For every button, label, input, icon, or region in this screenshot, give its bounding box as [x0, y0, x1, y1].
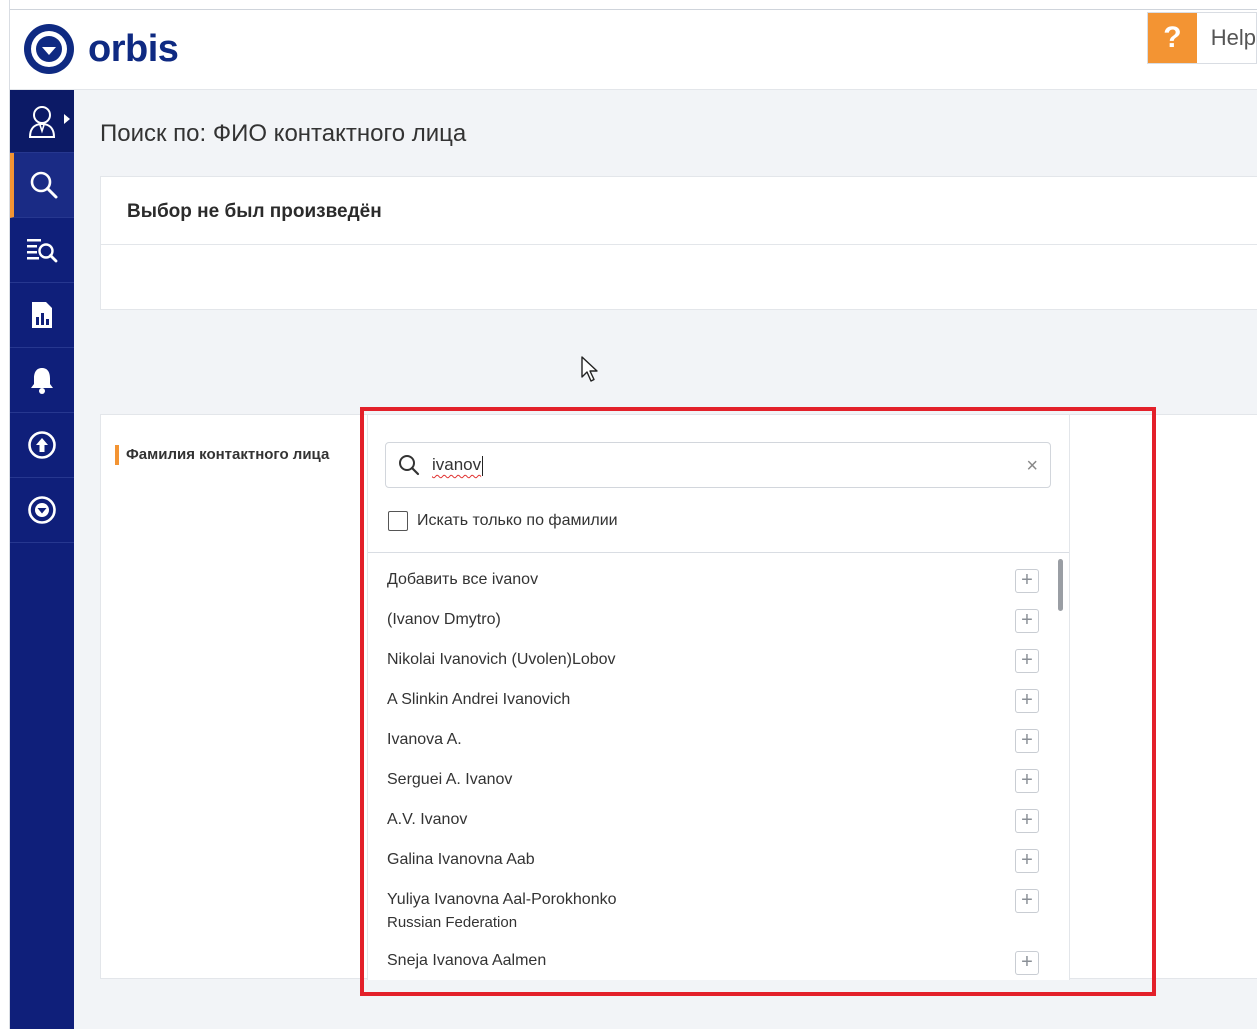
list-item[interactable]: Ivanova A. + [368, 727, 1052, 767]
close-icon[interactable]: × [1026, 455, 1038, 478]
list-item-name: A.V. Ivanov [387, 811, 468, 828]
expand-caret-icon [64, 114, 70, 124]
orbis-logo-icon [24, 24, 74, 74]
list-item-country: Russian Federation [387, 914, 518, 931]
logo-text: orbis [88, 27, 179, 70]
sidebar-item-user[interactable] [10, 90, 74, 153]
question-icon: ? [1148, 13, 1197, 63]
list-item-name: Sneja Ivanova Aalmen [387, 952, 547, 969]
window-top-edge [0, 0, 1257, 10]
add-icon[interactable]: + [1015, 769, 1039, 793]
add-icon[interactable]: + [1015, 689, 1039, 713]
search-icon [30, 171, 58, 199]
sidebar-item-upload[interactable] [10, 413, 74, 478]
field-label: Фамилия контактного лица [115, 445, 329, 465]
list-item[interactable]: Galina Ivanovna Aab + [368, 847, 1052, 887]
selection-empty-text: Выбор не был произведён [127, 201, 382, 222]
selection-panel: Выбор не был произведён [100, 176, 1257, 310]
sidebar-item-search[interactable] [10, 153, 74, 218]
surname-only-checkbox[interactable] [388, 511, 408, 531]
text-caret [482, 455, 484, 476]
page-title: Поиск по: ФИО контактного лица [100, 120, 467, 147]
contact-picker: ivanov × Искать только по фамилии Добави… [367, 415, 1070, 980]
search-icon [399, 455, 420, 476]
add-icon[interactable]: + [1015, 609, 1039, 633]
orbis-logo[interactable]: orbis [24, 24, 179, 74]
list-item-name: A Slinkin Andrei Ivanovich [387, 691, 571, 708]
add-icon[interactable]: + [1015, 649, 1039, 673]
list-item-name: Galina Ivanovna Aab [387, 851, 535, 868]
add-icon[interactable]: + [1015, 889, 1039, 913]
add-icon[interactable]: + [1015, 809, 1039, 833]
add-icon[interactable]: + [1015, 849, 1039, 873]
window-left-edge [0, 0, 10, 1029]
list-item[interactable]: Sneja Ivanova Aalmen + [368, 948, 1052, 980]
help-button[interactable]: ? Help [1147, 12, 1257, 64]
divider [101, 244, 1257, 245]
list-search-icon [27, 239, 58, 263]
help-label: Help [1210, 25, 1256, 50]
main-content: Поиск по: ФИО контактного лица Выбор не … [74, 90, 1257, 1029]
list-item[interactable]: (Ivanov Dmytro) + [368, 607, 1052, 647]
list-item[interactable]: A.V. Ivanov + [368, 807, 1052, 847]
search-value: ivanov [432, 455, 484, 476]
list-item[interactable]: Nikolai Ivanovich (Uvolen)Lobov + [368, 647, 1052, 687]
list-item-name: (Ivanov Dmytro) [387, 611, 501, 628]
list-item-name: Добавить все ivanov [387, 571, 539, 588]
scrollbar-thumb[interactable] [1058, 559, 1063, 611]
sidebar-item-orbis[interactable] [10, 478, 74, 543]
list-item[interactable]: Добавить все ivanov + [368, 567, 1052, 607]
upload-icon [28, 431, 56, 459]
list-item[interactable]: Serguei A. Ivanov + [368, 767, 1052, 807]
app-header: orbis ? Help [10, 10, 1257, 90]
list-item-name: Nikolai Ivanovich (Uvolen)Lobov [387, 651, 616, 668]
orbis-logo-icon [28, 496, 56, 524]
mouse-cursor-icon [581, 356, 598, 382]
list-item-name: Yuliya Ivanovna Aal-Porokhonko [387, 891, 617, 908]
user-icon [28, 106, 56, 138]
surname-only-label: Искать только по фамилии [417, 512, 618, 529]
sidebar [10, 90, 74, 1029]
list-item[interactable]: A Slinkin Andrei Ivanovich + [368, 687, 1052, 727]
surname-only-option[interactable]: Искать только по фамилии [388, 511, 618, 531]
list-item-name: Serguei A. Ivanov [387, 771, 513, 788]
report-icon [32, 302, 52, 328]
sidebar-item-report[interactable] [10, 283, 74, 348]
add-icon[interactable]: + [1015, 951, 1039, 975]
add-icon[interactable]: + [1015, 569, 1039, 593]
list-item-name: Ivanova A. [387, 731, 462, 748]
add-icon[interactable]: + [1015, 729, 1039, 753]
bell-icon [31, 368, 53, 394]
sidebar-item-list-search[interactable] [10, 218, 74, 283]
search-input[interactable]: ivanov × [385, 442, 1051, 488]
sidebar-item-alerts[interactable] [10, 348, 74, 413]
list-item[interactable]: Yuliya Ivanovna Aal-Porokhonko Russian F… [368, 887, 1052, 947]
search-form-panel: Фамилия контактного лица ivanov × Искать… [100, 414, 1257, 980]
results-list[interactable]: Добавить все ivanov + (Ivanov Dmytro) + … [368, 553, 1071, 980]
